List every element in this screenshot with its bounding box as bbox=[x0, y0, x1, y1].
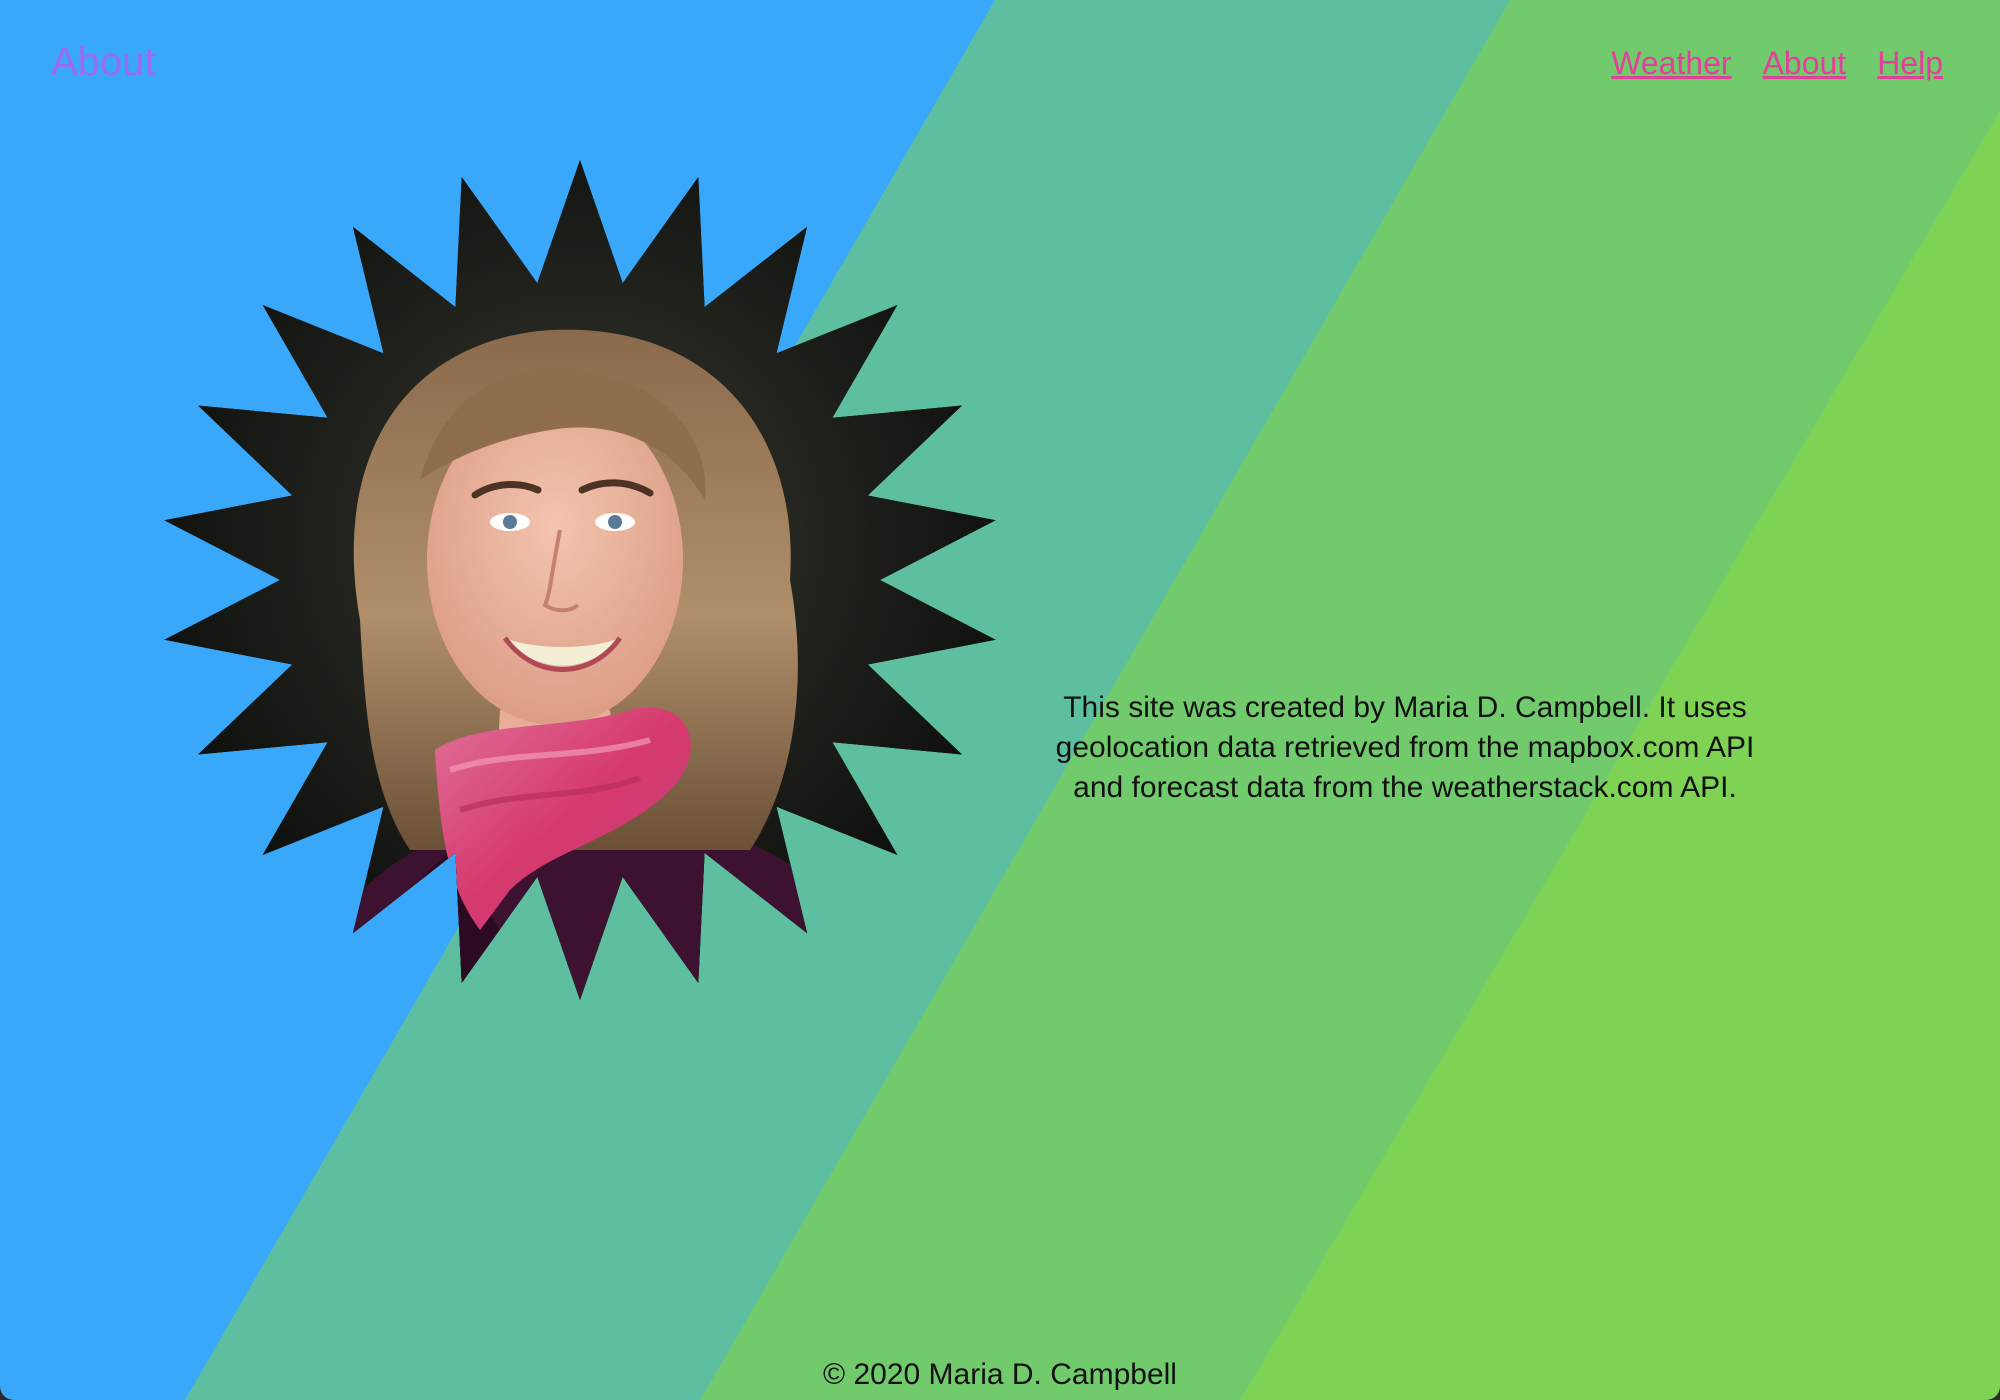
about-description: This site was created by Maria D. Campbe… bbox=[1055, 691, 1755, 804]
page: About Weather About Help This site was c… bbox=[0, 0, 2000, 1400]
nav-link-help[interactable]: Help bbox=[1877, 45, 1943, 81]
footer-copyright: © 2020 Maria D. Campbell bbox=[823, 1358, 1177, 1391]
portrait-artwork bbox=[164, 160, 996, 1000]
nav-link-weather[interactable]: Weather bbox=[1611, 45, 1731, 81]
page-title: About bbox=[51, 40, 156, 84]
nav-link-about[interactable]: About bbox=[1763, 45, 1847, 81]
profile-photo bbox=[164, 160, 996, 1000]
top-nav: Weather About Help bbox=[1611, 45, 1943, 81]
